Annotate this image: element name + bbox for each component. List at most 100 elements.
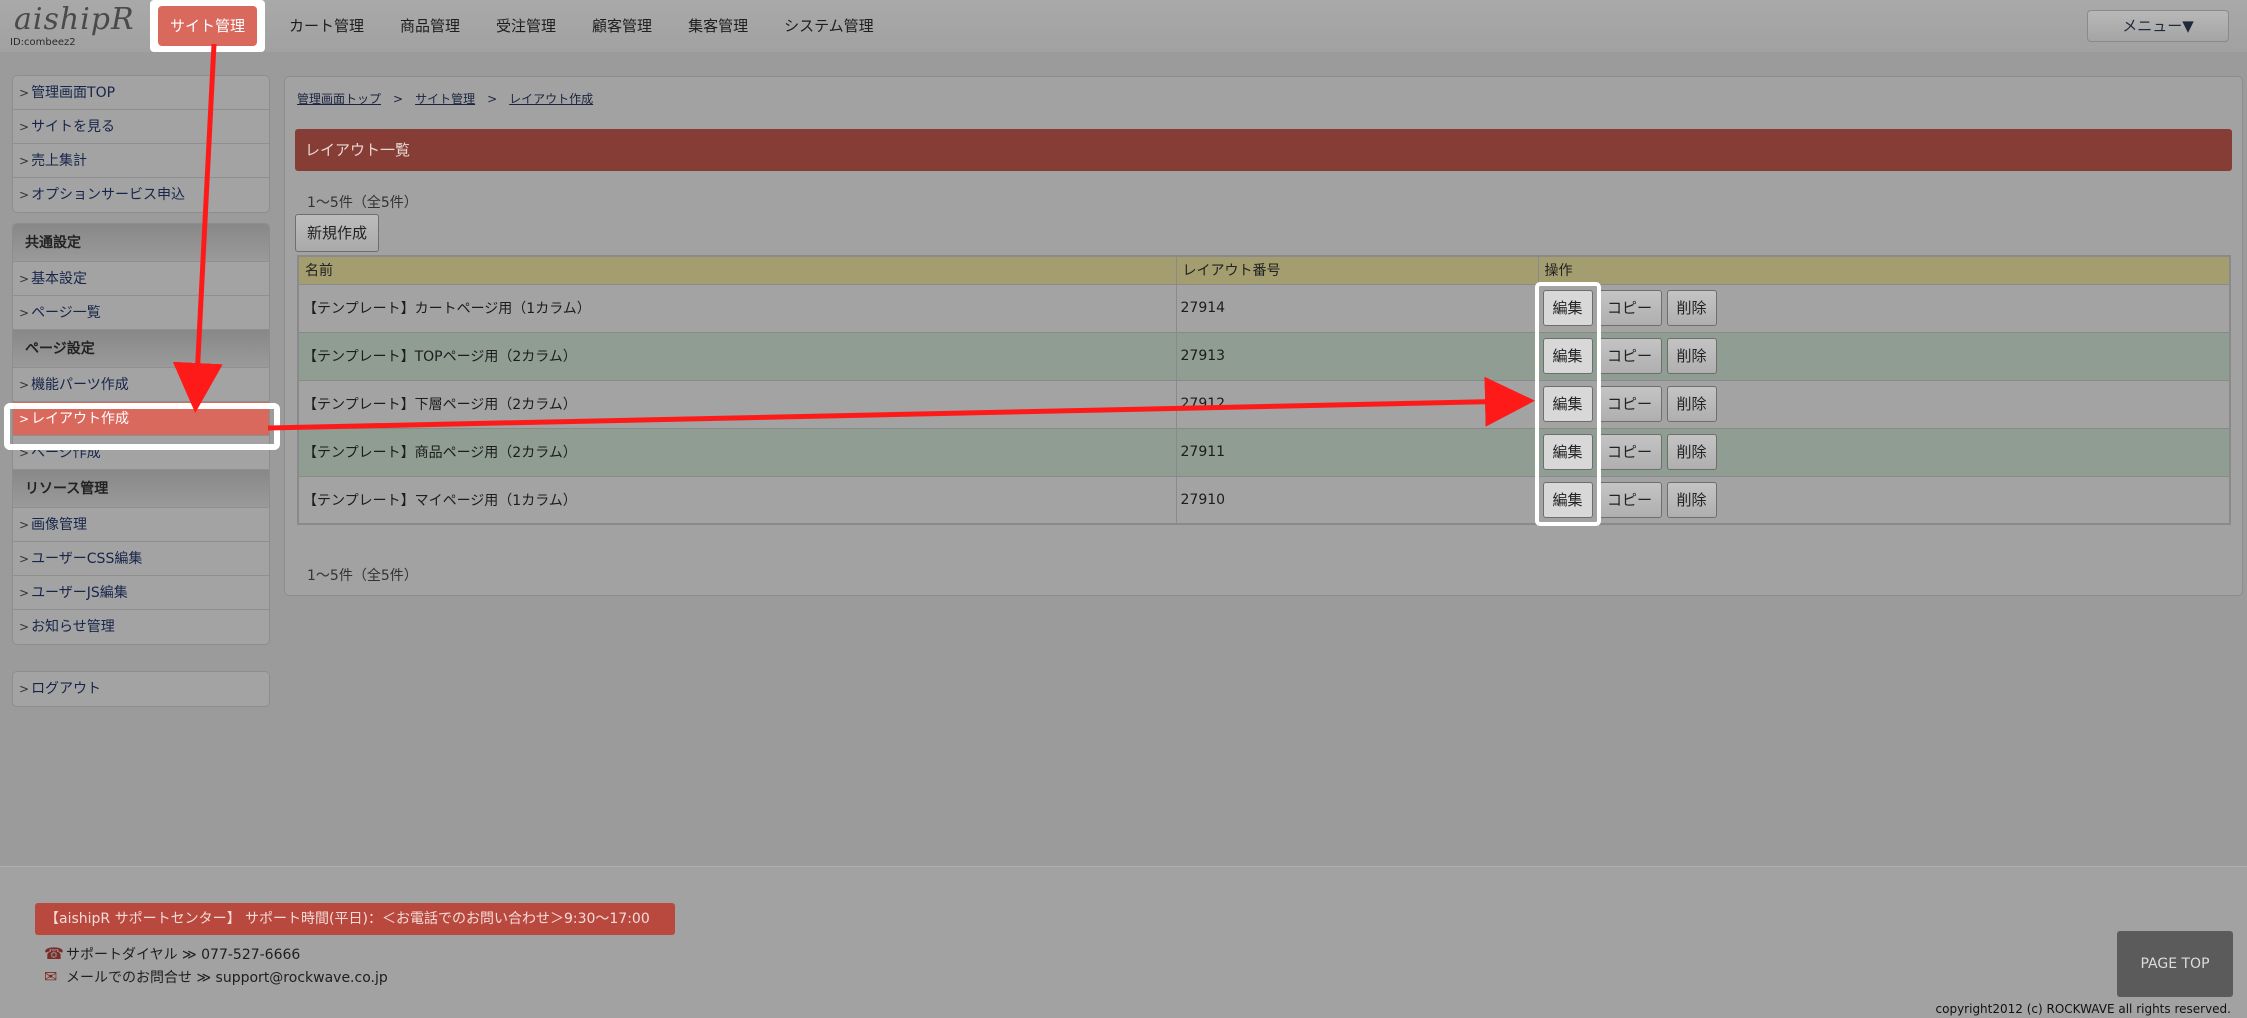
nav-label: サイト管理 bbox=[158, 6, 257, 46]
footer: 【aishipR サポートセンター】 サポート時間(平日)：＜お電話でのお問い合… bbox=[0, 866, 2247, 1018]
edit-button[interactable]: 編集 bbox=[1542, 338, 1593, 374]
delete-button[interactable]: 削除 bbox=[1666, 386, 1717, 422]
sidebar-heading-resources: リソース管理 bbox=[13, 470, 269, 508]
sidebar-item-basic-settings[interactable]: > 基本設定 bbox=[13, 262, 269, 296]
result-count-bottom: 1～5件（全5件） bbox=[307, 568, 418, 584]
copy-button[interactable]: コピー bbox=[1597, 434, 1662, 470]
support-mail: ✉ メールでのお問合せ ≫ support@rockwave.co.jp bbox=[44, 967, 388, 987]
breadcrumb-separator: > bbox=[487, 92, 498, 106]
sidebar-item-page-list[interactable]: > ページ一覧 bbox=[13, 296, 269, 330]
phone-icon: ☎ bbox=[44, 944, 64, 963]
delete-button[interactable]: 削除 bbox=[1666, 338, 1717, 374]
nav-system-management[interactable]: システム管理 bbox=[766, 0, 892, 52]
logo[interactable]: aishipR bbox=[14, 2, 135, 37]
table-row: 【テンプレート】カートページ用（1カラム） 27914 編集 コピー 削除 bbox=[298, 284, 2231, 333]
nav-cart-management[interactable]: カート管理 bbox=[271, 0, 382, 52]
sidebar-item-user-js[interactable]: > ユーザーJS編集 bbox=[13, 576, 269, 610]
sidebar-item-label: オプションサービス申込 bbox=[31, 187, 186, 203]
table-row: 【テンプレート】マイページ用（1カラム） 27910 編集 コピー 削除 bbox=[298, 476, 2231, 525]
chevron-right-icon: > bbox=[19, 412, 30, 426]
page-top-button[interactable]: PAGE TOP bbox=[2117, 931, 2233, 997]
nav-product-management[interactable]: 商品管理 bbox=[382, 0, 478, 52]
sidebar-item-label: 画像管理 bbox=[31, 517, 88, 533]
chevron-right-icon: > bbox=[19, 586, 30, 600]
main-panel: 管理画面トップ > サイト管理 > レイアウト作成 レイアウト一覧 1～5件（全5件） … bbox=[284, 76, 2243, 596]
sidebar-heading-common: 共通設定 bbox=[13, 224, 269, 262]
sidebar-item-sales[interactable]: > 売上集計 bbox=[13, 144, 269, 178]
sidebar-item-label: ユーザーJS編集 bbox=[31, 585, 128, 601]
sidebar-item-page-create[interactable]: > ページ作成 bbox=[13, 436, 269, 470]
layout-table: 名前 レイアウト番号 操作 【テンプレート】カートページ用（1カラム） 2791… bbox=[297, 255, 2231, 525]
sidebar-item-parts[interactable]: > 機能パーツ作成 bbox=[13, 368, 269, 402]
edit-button[interactable]: 編集 bbox=[1542, 386, 1593, 422]
column-header-actions: 操作 bbox=[1538, 256, 2231, 285]
sidebar-item-option-service[interactable]: > オプションサービス申込 bbox=[13, 178, 269, 212]
table-row: 【テンプレート】商品ページ用（2カラム） 27911 編集 コピー 削除 bbox=[298, 428, 2231, 477]
column-header-name: 名前 bbox=[298, 256, 1177, 285]
sidebar-item-admin-top[interactable]: > 管理画面TOP bbox=[13, 76, 269, 110]
chevron-right-icon: > bbox=[19, 188, 30, 202]
layout-name: 【テンプレート】カートページ用（1カラム） bbox=[298, 284, 1177, 333]
delete-button[interactable]: 削除 bbox=[1666, 481, 1717, 518]
chevron-right-icon: > bbox=[19, 86, 30, 100]
delete-button[interactable]: 削除 bbox=[1666, 434, 1717, 470]
breadcrumb-separator: > bbox=[393, 92, 404, 106]
menu-button[interactable]: メニュー▼ bbox=[2087, 10, 2229, 42]
layout-number: 27911 bbox=[1176, 428, 1539, 477]
edit-button[interactable]: 編集 bbox=[1542, 434, 1593, 470]
layout-number: 27914 bbox=[1176, 284, 1539, 333]
account-id: ID:combeez2 bbox=[10, 37, 76, 48]
support-phone: ☎ サポートダイヤル ≫ 077-527-6666 bbox=[44, 944, 300, 964]
layout-name: 【テンプレート】下層ページ用（2カラム） bbox=[298, 380, 1177, 429]
new-layout-button[interactable]: 新規作成 bbox=[295, 214, 379, 252]
sidebar-logout-box: > ログアウト bbox=[12, 671, 270, 707]
chevron-right-icon: > bbox=[19, 620, 30, 634]
logout-link[interactable]: > ログアウト bbox=[13, 672, 269, 706]
sidebar-item-label: 基本設定 bbox=[31, 271, 88, 287]
sidebar-item-notices[interactable]: > お知らせ管理 bbox=[13, 610, 269, 644]
nav-order-management[interactable]: 受注管理 bbox=[478, 0, 574, 52]
row-actions: 編集 コピー 削除 bbox=[1538, 284, 2231, 333]
nav-site-management[interactable]: サイト管理 bbox=[150, 0, 265, 52]
copy-button[interactable]: コピー bbox=[1597, 290, 1662, 326]
top-header: aishipR ID:combeez2 サイト管理 カート管理 商品管理 受注管… bbox=[0, 0, 2247, 52]
sidebar-item-images[interactable]: > 画像管理 bbox=[13, 508, 269, 542]
delete-button[interactable]: 削除 bbox=[1666, 290, 1717, 326]
breadcrumb-layout[interactable]: レイアウト作成 bbox=[509, 92, 593, 106]
sidebar-item-label: レイアウト作成 bbox=[31, 411, 130, 427]
sidebar-item-label: 管理画面TOP bbox=[31, 85, 116, 101]
edit-button[interactable]: 編集 bbox=[1542, 290, 1593, 326]
sidebar-item-label: ログアウト bbox=[31, 681, 102, 697]
layout-name: 【テンプレート】TOPページ用（2カラム） bbox=[298, 332, 1177, 381]
mail-icon: ✉ bbox=[44, 967, 58, 986]
support-center-bar: 【aishipR サポートセンター】 サポート時間(平日)：＜お電話でのお問い合… bbox=[35, 903, 675, 935]
chevron-right-icon: > bbox=[19, 682, 30, 696]
chevron-right-icon: > bbox=[19, 120, 30, 134]
sidebar-item-label: 機能パーツ作成 bbox=[31, 377, 129, 393]
layout-number: 27912 bbox=[1176, 380, 1539, 429]
row-actions: 編集 コピー 削除 bbox=[1538, 332, 2231, 381]
edit-button[interactable]: 編集 bbox=[1542, 481, 1593, 518]
sidebar-item-view-site[interactable]: > サイトを見る bbox=[13, 110, 269, 144]
nav-marketing-management[interactable]: 集客管理 bbox=[670, 0, 766, 52]
mail-label[interactable]: メールでのお問合せ ≫ support@rockwave.co.jp bbox=[66, 970, 388, 986]
chevron-right-icon: > bbox=[19, 518, 30, 532]
breadcrumb-admin-top[interactable]: 管理画面トップ bbox=[297, 92, 381, 106]
copy-button[interactable]: コピー bbox=[1597, 338, 1662, 374]
sidebar-item-layout[interactable]: > レイアウト作成 bbox=[13, 402, 269, 436]
nav-customer-management[interactable]: 顧客管理 bbox=[574, 0, 670, 52]
copy-button[interactable]: コピー bbox=[1597, 386, 1662, 422]
sidebar-item-user-css[interactable]: > ユーザーCSS編集 bbox=[13, 542, 269, 576]
sidebar-item-label: ページ作成 bbox=[31, 445, 101, 461]
breadcrumb-site-management[interactable]: サイト管理 bbox=[415, 92, 475, 106]
sidebar-heading-page: ページ設定 bbox=[13, 330, 269, 368]
column-header-number: レイアウト番号 bbox=[1176, 256, 1539, 285]
chevron-right-icon: > bbox=[19, 154, 30, 168]
copy-button[interactable]: コピー bbox=[1597, 481, 1662, 518]
chevron-right-icon: > bbox=[19, 552, 30, 566]
chevron-right-icon: > bbox=[19, 272, 30, 286]
sidebar-top-links: > 管理画面TOP > サイトを見る > 売上集計 > オプションサービス申込 bbox=[12, 75, 270, 213]
page-title: レイアウト一覧 bbox=[295, 129, 2232, 171]
layout-name: 【テンプレート】マイページ用（1カラム） bbox=[298, 476, 1177, 525]
sidebar-item-label: ユーザーCSS編集 bbox=[31, 551, 143, 567]
